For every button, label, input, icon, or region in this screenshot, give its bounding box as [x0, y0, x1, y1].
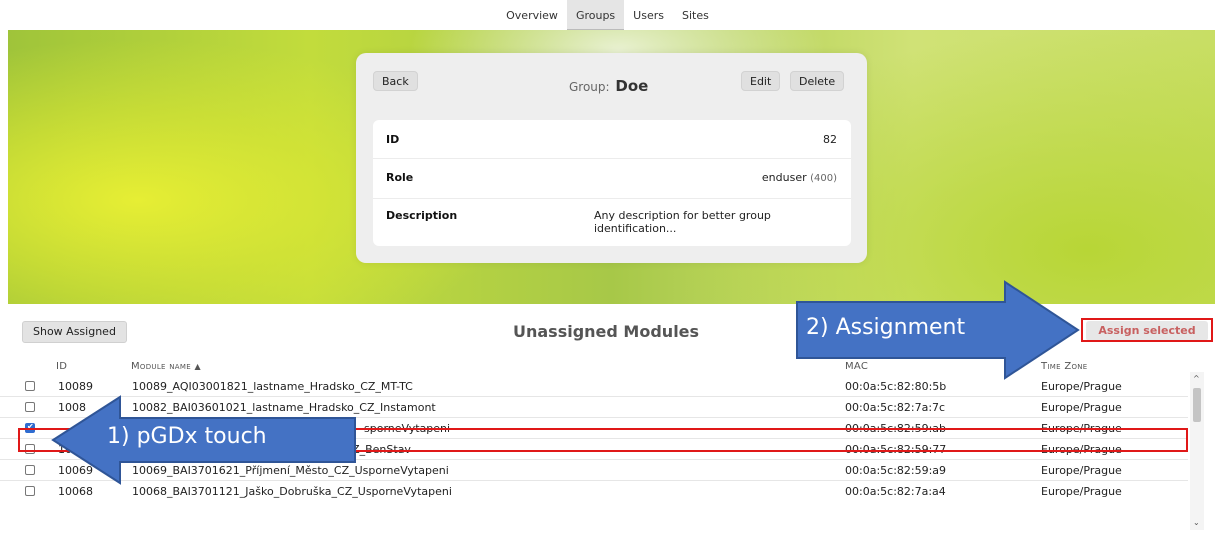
- tab-groups[interactable]: Groups: [566, 0, 625, 30]
- assign-highlight-box: [1081, 318, 1213, 342]
- table-scrollbar[interactable]: ^ ⌄: [1190, 372, 1204, 530]
- row-checkbox[interactable]: [25, 465, 35, 475]
- detail-row-role: Role enduser (400): [373, 158, 851, 199]
- detail-key-description: Description: [386, 209, 458, 222]
- detail-value-description: Any description for better group identif…: [594, 209, 771, 235]
- cell-timezone: Europe/Prague: [1041, 464, 1122, 477]
- role-value: enduser: [761, 171, 807, 184]
- section-title: Unassigned Modules: [513, 322, 700, 341]
- cell-id: 10068: [58, 485, 93, 498]
- detail-row-id: ID 82: [373, 120, 851, 159]
- cell-id: 10089: [58, 380, 93, 393]
- tab-users[interactable]: Users: [624, 0, 673, 30]
- tab-sites[interactable]: Sites: [673, 0, 718, 30]
- sort-asc-icon: ▲: [194, 362, 201, 371]
- detail-value-id: 82: [823, 133, 837, 146]
- assignment-annotation-label: 2) Assignment: [806, 315, 966, 340]
- cell-mac: 00:0a:5c:82:59:a9: [845, 464, 947, 477]
- edit-button[interactable]: Edit: [741, 71, 781, 91]
- description-line-1: Any description for better group: [594, 209, 771, 222]
- row-checkbox[interactable]: [25, 486, 35, 496]
- scroll-down-icon[interactable]: ⌄: [1193, 518, 1200, 527]
- tab-overview[interactable]: Overview: [497, 0, 567, 30]
- description-line-2: identification...: [594, 222, 677, 235]
- column-header-module-name[interactable]: Module name ▲: [131, 361, 201, 372]
- scrollbar-thumb[interactable]: [1193, 388, 1201, 422]
- cell-timezone: Europe/Prague: [1041, 485, 1122, 498]
- cell-mac: 00:0a:5c:82:7a:a4: [845, 485, 946, 498]
- cell-module-name: 10089_AQI03001821_lastname_Hradsko_CZ_MT…: [132, 380, 413, 393]
- delete-button[interactable]: Delete: [790, 71, 845, 91]
- row-checkbox[interactable]: [25, 402, 35, 412]
- detail-row-description: Description Any description for better g…: [373, 198, 851, 246]
- back-button[interactable]: Back: [373, 71, 418, 91]
- detail-key-id: ID: [386, 133, 400, 146]
- group-title-prefix: Group:: [569, 80, 610, 94]
- column-header-id[interactable]: ID: [56, 361, 67, 372]
- detail-key-role: Role: [386, 171, 414, 184]
- cell-timezone: Europe/Prague: [1041, 401, 1122, 414]
- show-assigned-button[interactable]: Show Assigned: [22, 321, 127, 343]
- role-code: (400): [810, 173, 837, 184]
- cell-mac: 00:0a:5c:82:7a:7c: [845, 401, 946, 414]
- touch-annotation-label: 1) pGDx touch: [107, 424, 267, 449]
- scroll-up-icon[interactable]: ^: [1193, 374, 1200, 383]
- group-card: Back Group: Doe Edit Delete ID 82 Role e…: [356, 53, 867, 263]
- group-details: ID 82 Role enduser (400) Description Any…: [373, 120, 851, 246]
- detail-value-role: enduser (400): [762, 171, 837, 184]
- group-title: Group: Doe: [569, 77, 648, 95]
- top-nav: Overview Groups Users Sites: [0, 0, 1215, 30]
- row-checkbox[interactable]: [25, 381, 35, 391]
- cell-module-name: 10068_BAI3701121_Jaško_Dobruška_CZ_Uspor…: [132, 485, 452, 498]
- column-header-module-name-label: Module name: [131, 361, 191, 372]
- group-name: Doe: [615, 77, 649, 95]
